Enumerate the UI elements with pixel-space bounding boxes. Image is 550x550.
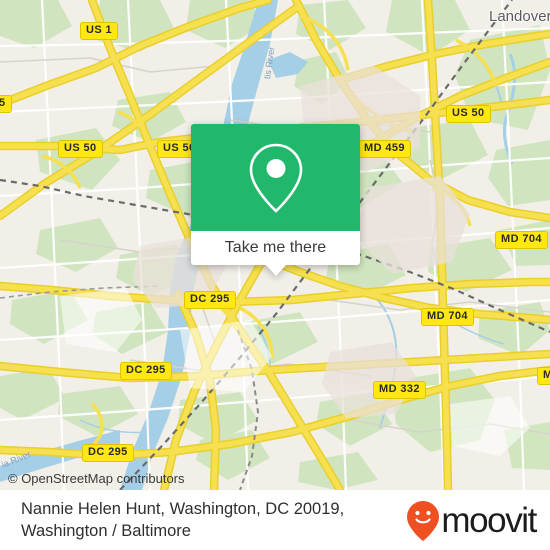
road-shield-md459: MD 459: [358, 140, 411, 158]
location-popup-card[interactable]: Take me there: [191, 124, 360, 276]
take-me-there-label: Take me there: [224, 239, 327, 256]
take-me-there-button[interactable]: Take me there: [191, 231, 360, 265]
map-pin-icon: [249, 143, 302, 213]
popup-icon-area: [191, 124, 360, 231]
road-shield-dc295-north: DC 295: [184, 291, 236, 309]
map-canvas[interactable]: US 1 US 50 US 50 US 50 MD 459 MD 704 MD …: [0, 0, 550, 490]
road-shield-md704-north: MD 704: [495, 231, 548, 249]
road-shield-us50-west: US 50: [58, 140, 103, 158]
road-shield-md332: MD 332: [373, 381, 426, 399]
moovit-logo[interactable]: moovit: [406, 500, 537, 542]
moovit-wordmark: moovit: [441, 501, 537, 540]
location-title: Nannie Helen Hunt, Washington, DC 20019,…: [21, 500, 345, 540]
road-shield-edge-left: 5: [0, 95, 12, 113]
map-attribution[interactable]: © OpenStreetMap contributors: [8, 471, 185, 486]
road-shield-us1: US 1: [80, 22, 119, 40]
road-shield-md704-south: MD 704: [421, 308, 474, 326]
road-shield-dc295-mid: DC 295: [120, 362, 172, 380]
road-shield-us50-east: US 50: [446, 105, 491, 123]
place-label-landover: Landover: [489, 8, 550, 25]
road-shield-dc295-south: DC 295: [82, 444, 134, 462]
moovit-pin-smiley-icon: [407, 501, 440, 541]
popup-pointer: [264, 264, 287, 276]
screenshot-root: US 1 US 50 US 50 US 50 MD 459 MD 704 MD …: [0, 0, 550, 550]
road-shield-md-edge: MD: [537, 367, 550, 385]
